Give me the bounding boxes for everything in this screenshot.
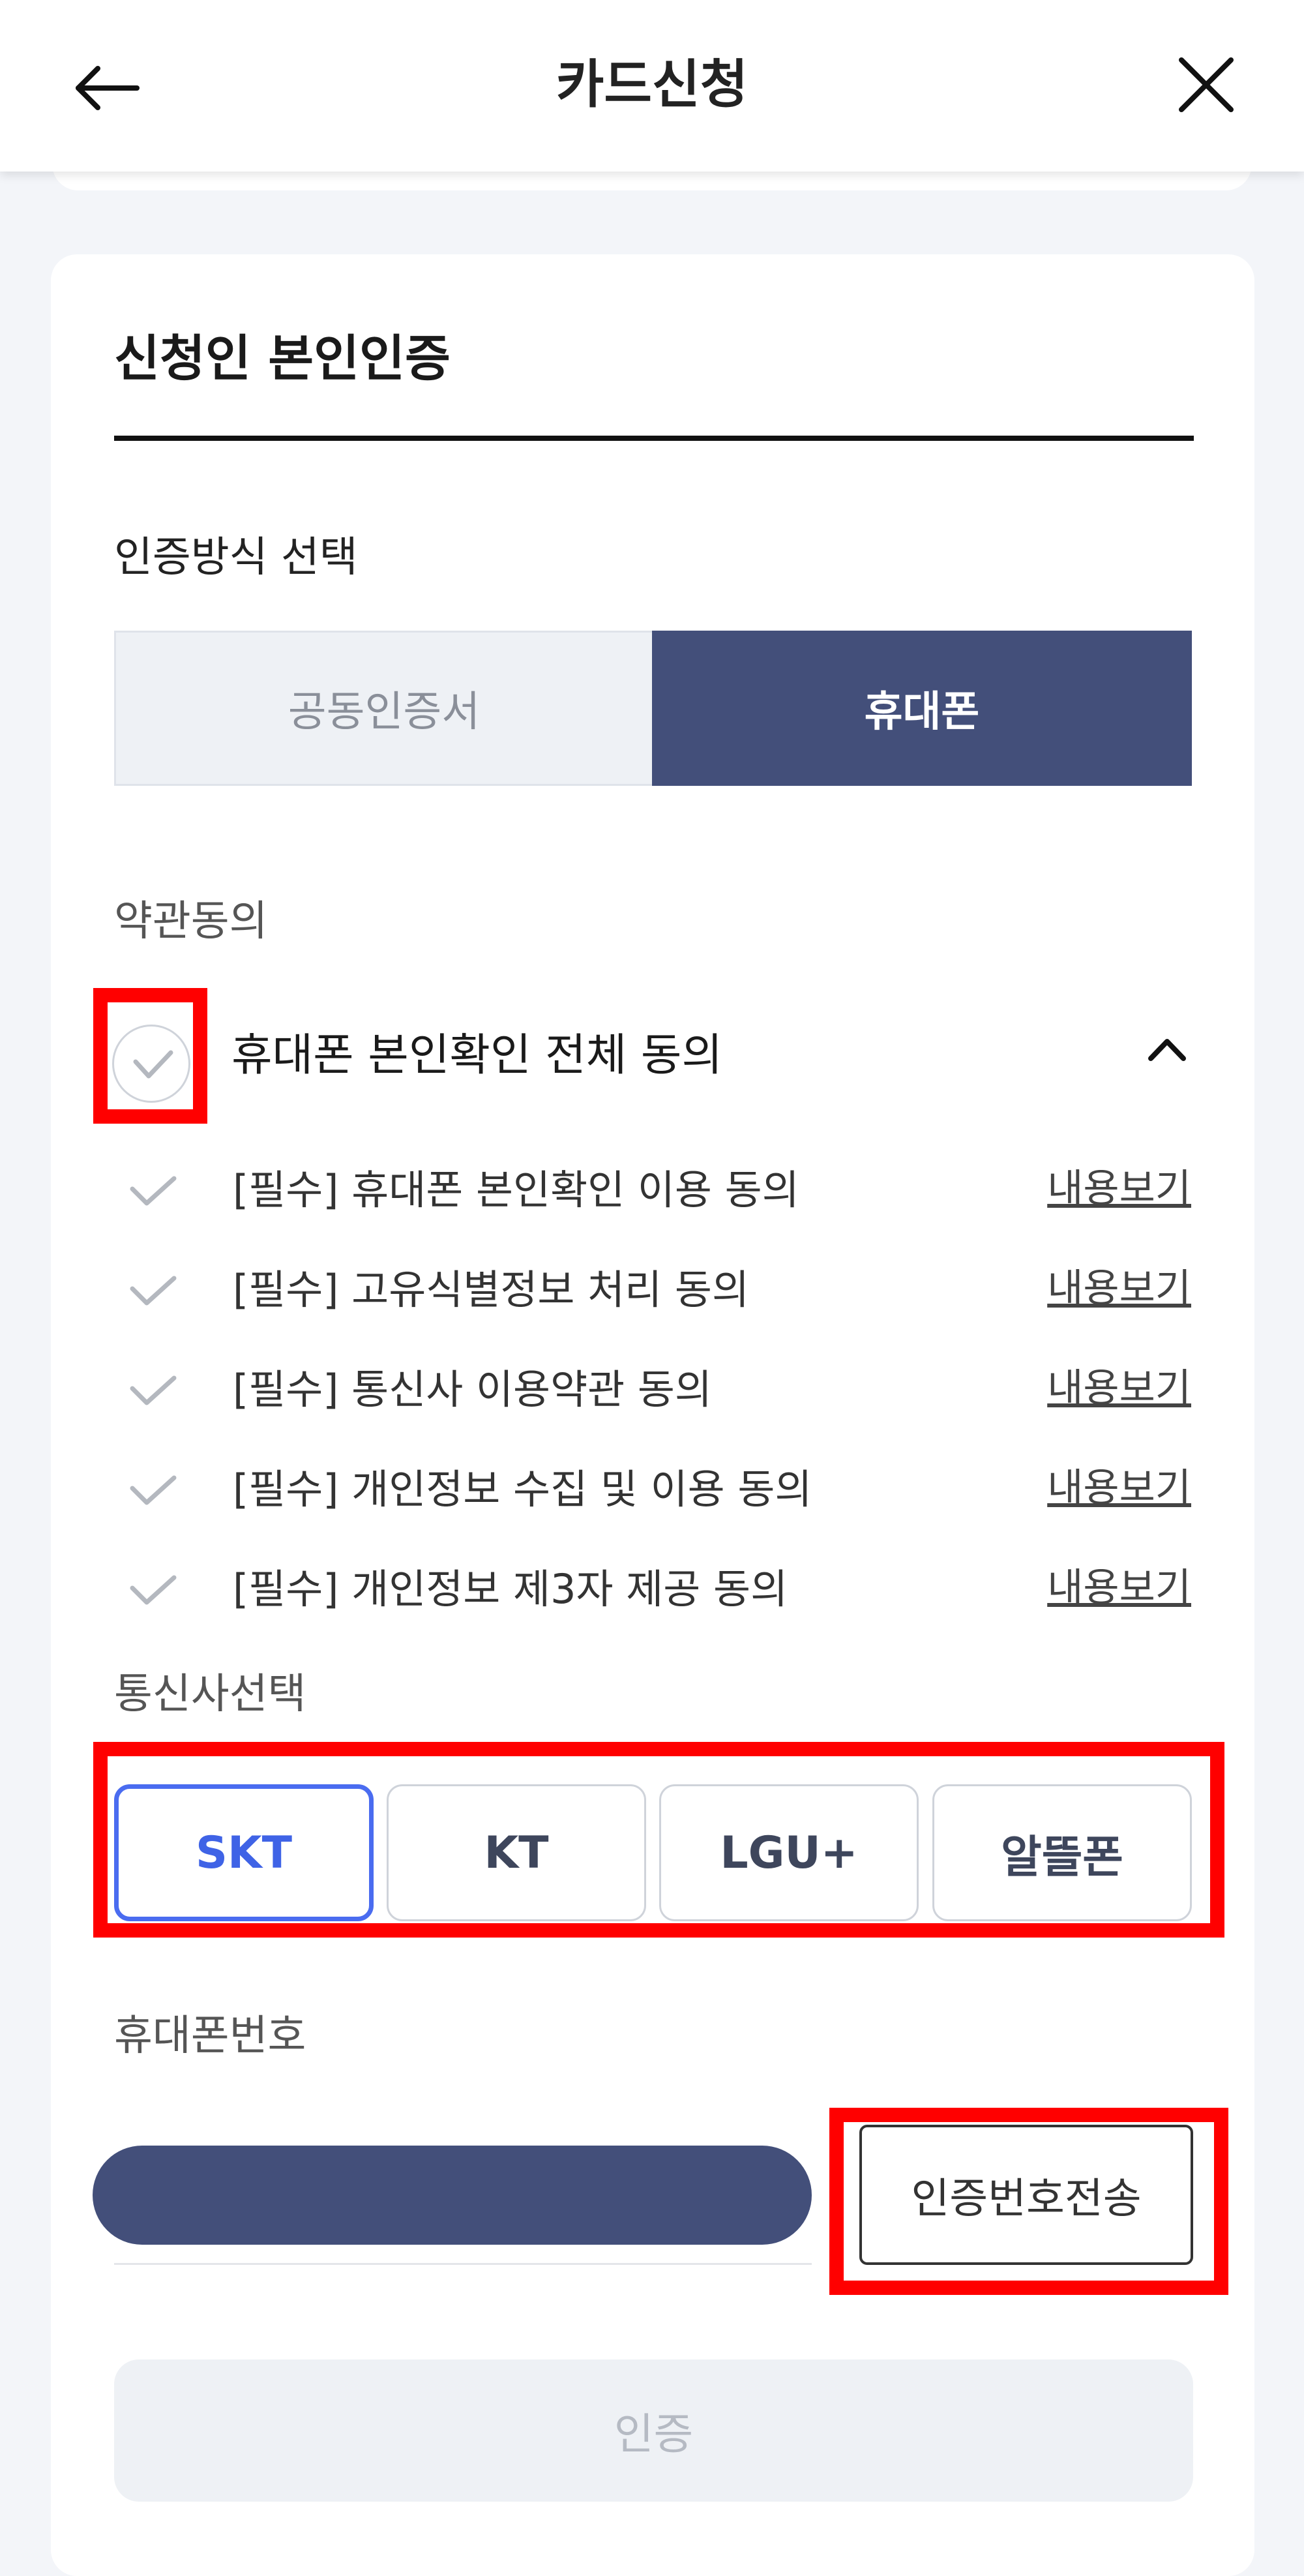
term-view-link[interactable]: 내용보기 bbox=[1040, 1359, 1191, 1418]
term-checkbox[interactable] bbox=[127, 1371, 179, 1411]
check-icon bbox=[130, 1176, 177, 1206]
check-icon bbox=[133, 1050, 173, 1079]
term-view-link[interactable]: 내용보기 bbox=[1040, 1559, 1191, 1617]
phone-number-input[interactable] bbox=[93, 2146, 812, 2245]
auth-option-phone[interactable]: 휴대폰 bbox=[652, 631, 1192, 786]
send-code-button[interactable]: 인증번호전송 bbox=[859, 2125, 1193, 2265]
term-label: [필수] 고유식별정보 처리 동의 bbox=[233, 1266, 749, 1313]
term-checkbox[interactable] bbox=[127, 1571, 179, 1610]
check-icon bbox=[130, 1276, 177, 1306]
check-icon bbox=[130, 1575, 177, 1605]
term-view-link[interactable]: 내용보기 bbox=[1040, 1160, 1191, 1218]
phone-label: 휴대폰번호 bbox=[114, 2012, 306, 2060]
carrier-option-skt[interactable]: SKT bbox=[114, 1784, 374, 1921]
phone-input-underline bbox=[114, 2263, 812, 2265]
term-view-link[interactable]: 내용보기 bbox=[1040, 1459, 1191, 1518]
agree-all-checkbox[interactable] bbox=[112, 1025, 190, 1103]
carrier-option-kt[interactable]: KT bbox=[387, 1784, 646, 1921]
section-divider bbox=[114, 436, 1194, 441]
agree-all-label: 휴대폰 본인확인 전체 동의 bbox=[231, 1030, 723, 1081]
term-label: [필수] 통신사 이용약관 동의 bbox=[233, 1366, 712, 1413]
check-icon bbox=[130, 1375, 177, 1405]
auth-method-label: 인증방식 선택 bbox=[114, 533, 358, 582]
terms-label: 약관동의 bbox=[114, 897, 268, 946]
term-label: [필수] 개인정보 수집 및 이용 동의 bbox=[233, 1465, 812, 1513]
term-checkbox[interactable] bbox=[127, 1272, 179, 1311]
close-button[interactable] bbox=[1174, 52, 1239, 117]
carrier-option-mvno[interactable]: 알뜰폰 bbox=[932, 1784, 1192, 1921]
section-title: 신청인 본인인증 bbox=[114, 329, 451, 387]
term-label: [필수] 휴대폰 본인확인 이용 동의 bbox=[233, 1166, 799, 1214]
auth-option-certificate[interactable]: 공동인증서 bbox=[114, 631, 652, 786]
carrier-option-lgu[interactable]: LGU+ bbox=[659, 1784, 919, 1921]
close-icon bbox=[1179, 57, 1234, 112]
page-title: 카드신청 bbox=[556, 54, 748, 115]
term-view-link[interactable]: 내용보기 bbox=[1040, 1259, 1191, 1318]
term-checkbox[interactable] bbox=[127, 1471, 179, 1510]
check-icon bbox=[130, 1475, 177, 1505]
term-label: [필수] 개인정보 제3자 제공 동의 bbox=[233, 1565, 788, 1613]
app-header: 카드신청 bbox=[0, 0, 1304, 172]
collapse-terms-button[interactable] bbox=[1144, 1034, 1190, 1066]
term-checkbox[interactable] bbox=[127, 1172, 179, 1211]
verify-button[interactable]: 인증 bbox=[114, 2359, 1193, 2502]
chevron-up-icon bbox=[1148, 1039, 1186, 1061]
carrier-label: 통신사선택 bbox=[114, 1670, 306, 1718]
